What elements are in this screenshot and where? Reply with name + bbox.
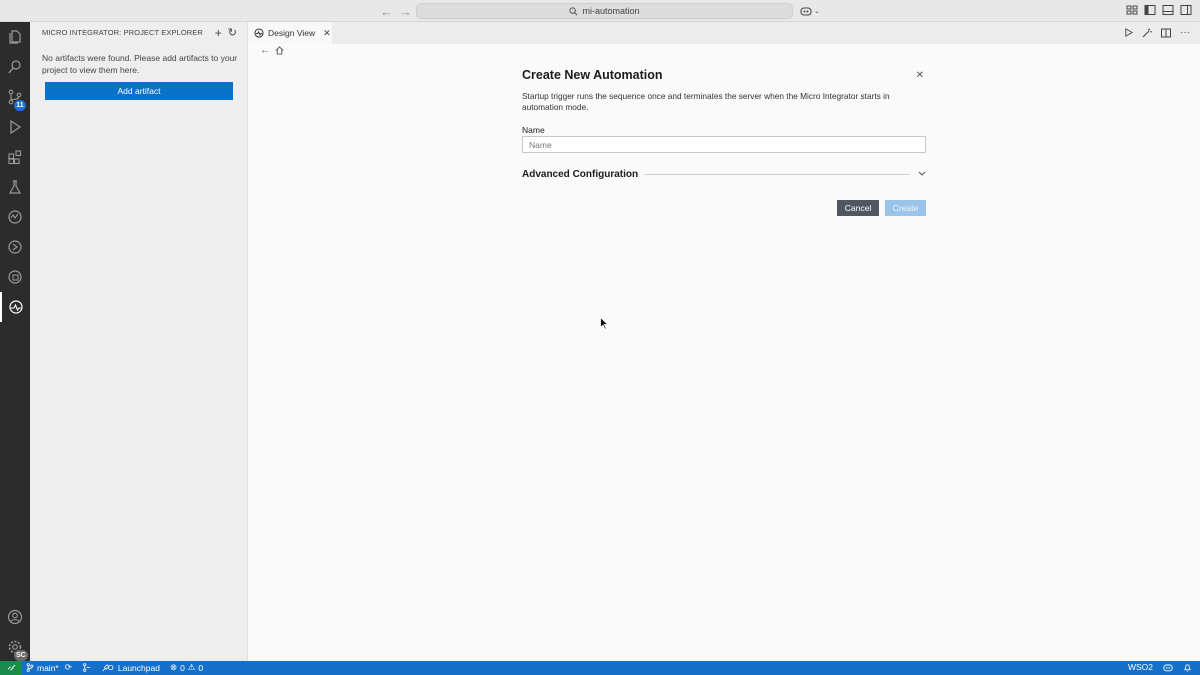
- refresh-icon[interactable]: ↻: [228, 26, 237, 40]
- remote-icon: [7, 664, 15, 671]
- form-title: Create New Automation: [522, 68, 663, 82]
- status-bar: main* ⟳ Launchpad ⊗ 0 ⚠ 0 WSO2: [0, 661, 1200, 675]
- accounts-button[interactable]: [0, 602, 30, 632]
- layout-controls: [1126, 4, 1192, 16]
- extensions-icon: [8, 150, 22, 165]
- split-editor-icon[interactable]: [1161, 28, 1171, 38]
- activity-bar: 11 SC: [0, 22, 30, 661]
- design-view-editor: ← Create New Automation ✕ Startup trigge…: [248, 44, 1200, 661]
- sync-icon[interactable]: ⟳: [65, 662, 72, 673]
- warning-icon: ⚠: [187, 662, 196, 672]
- customize-layout-icon[interactable]: [1126, 4, 1138, 16]
- status-right: WSO2: [1128, 662, 1192, 672]
- close-icon[interactable]: ✕: [323, 28, 331, 39]
- micro-integrator-icon: [254, 28, 264, 38]
- back-arrow-icon[interactable]: ←: [380, 4, 393, 19]
- search-icon: [8, 60, 21, 74]
- form-actions: Cancel Create: [837, 200, 926, 216]
- project-explorer-sidebar: MICRO INTEGRATOR: PROJECT EXPLORER + ↻ N…: [30, 22, 248, 661]
- title-bar: ← → mi-automation ⌄: [0, 0, 1200, 22]
- micro-integrator-button[interactable]: [0, 292, 30, 322]
- empty-message: No artifacts were found. Please add arti…: [42, 53, 238, 75]
- remote-indicator[interactable]: [0, 661, 22, 675]
- notifications-icon[interactable]: [1183, 663, 1192, 672]
- magic-wand-icon[interactable]: [1142, 28, 1152, 38]
- chevron-down-icon: [918, 171, 926, 176]
- account-icon: [7, 609, 23, 625]
- copilot-icon[interactable]: [1163, 663, 1173, 672]
- extensions-button[interactable]: [0, 142, 30, 172]
- history-navigation: ← →: [380, 4, 412, 19]
- git-graph-status[interactable]: [82, 663, 91, 672]
- toggle-primary-sidebar-icon[interactable]: [1144, 4, 1156, 16]
- name-input[interactable]: [522, 136, 926, 153]
- add-artifact-button[interactable]: Add artifact: [45, 82, 233, 100]
- run-debug-icon: [10, 119, 22, 135]
- copilot-menu-button[interactable]: ⌄: [800, 3, 820, 19]
- home-icon[interactable]: [275, 46, 284, 55]
- breadcrumb: ←: [260, 45, 284, 56]
- advanced-configuration-label: Advanced Configuration: [522, 168, 639, 180]
- back-arrow-icon[interactable]: ←: [260, 45, 270, 56]
- command-center-search[interactable]: mi-automation: [416, 3, 793, 19]
- toggle-secondary-sidebar-icon[interactable]: [1180, 4, 1192, 16]
- branch-name: main*: [37, 662, 59, 673]
- name-label: Name: [522, 125, 545, 135]
- close-icon[interactable]: ✕: [916, 70, 924, 81]
- choreo-icon: [8, 270, 22, 284]
- form-description: Startup trigger runs the sequence once a…: [522, 91, 890, 112]
- run-icon[interactable]: [1124, 28, 1133, 37]
- run-debug-button[interactable]: [0, 112, 30, 142]
- manage-badge: SC: [14, 650, 28, 661]
- toggle-panel-icon[interactable]: [1162, 4, 1174, 16]
- launchpad-status[interactable]: Launchpad: [101, 663, 160, 673]
- divider: [644, 173, 910, 175]
- ballerina-icon: [8, 240, 22, 254]
- testing-button[interactable]: [0, 172, 30, 202]
- choreo-button[interactable]: [0, 262, 30, 292]
- search-icon: [569, 6, 578, 15]
- editor-tab-bar: Design View ✕ ···: [248, 22, 1200, 44]
- flask-icon: [8, 180, 22, 194]
- source-control-button[interactable]: 11: [0, 82, 30, 112]
- git-branch-icon: [26, 663, 34, 672]
- editor-actions: ···: [1124, 27, 1190, 38]
- cancel-button[interactable]: Cancel: [837, 200, 879, 216]
- more-actions-icon[interactable]: ···: [1180, 27, 1190, 38]
- advanced-configuration-toggle[interactable]: Advanced Configuration: [522, 168, 926, 180]
- chevron-down-icon: ⌄: [814, 8, 820, 15]
- create-button[interactable]: Create: [885, 200, 926, 216]
- ballerina-button[interactable]: [0, 232, 30, 262]
- status-left: main* ⟳ Launchpad ⊗ 0 ⚠ 0: [26, 662, 203, 673]
- git-graph-icon: [82, 663, 90, 672]
- problems-status[interactable]: ⊗ 0 ⚠ 0: [170, 662, 203, 673]
- create-automation-form: Create New Automation ✕ Startup trigger …: [522, 68, 926, 216]
- wso2-extension-icon: [8, 210, 22, 224]
- copilot-icon: [800, 7, 812, 16]
- branch-status[interactable]: main* ⟳: [26, 662, 72, 673]
- workspace-name: mi-automation: [582, 6, 640, 16]
- wso2-status[interactable]: WSO2: [1128, 662, 1153, 672]
- explorer-button[interactable]: [0, 22, 30, 52]
- error-icon: ⊗: [169, 662, 178, 672]
- source-control-badge: 11: [14, 100, 26, 111]
- sidebar-title: MICRO INTEGRATOR: PROJECT EXPLORER: [42, 28, 203, 37]
- error-count: 0: [180, 662, 185, 673]
- warning-count: 0: [198, 662, 204, 673]
- files-icon: [9, 30, 21, 44]
- launchpad-icon: [102, 664, 114, 672]
- search-button[interactable]: [0, 52, 30, 82]
- sidebar-actions: + ↻: [215, 26, 237, 40]
- add-icon[interactable]: +: [215, 26, 222, 40]
- api-manager-button[interactable]: [0, 202, 30, 232]
- forward-arrow-icon[interactable]: →: [399, 4, 412, 19]
- micro-integrator-icon: [9, 300, 23, 314]
- manage-button[interactable]: SC: [0, 632, 30, 662]
- tab-label: Design View: [268, 28, 316, 38]
- mouse-cursor-icon: [600, 317, 609, 330]
- tab-design-view[interactable]: Design View ✕: [248, 22, 332, 44]
- launchpad-label: Launchpad: [117, 662, 160, 673]
